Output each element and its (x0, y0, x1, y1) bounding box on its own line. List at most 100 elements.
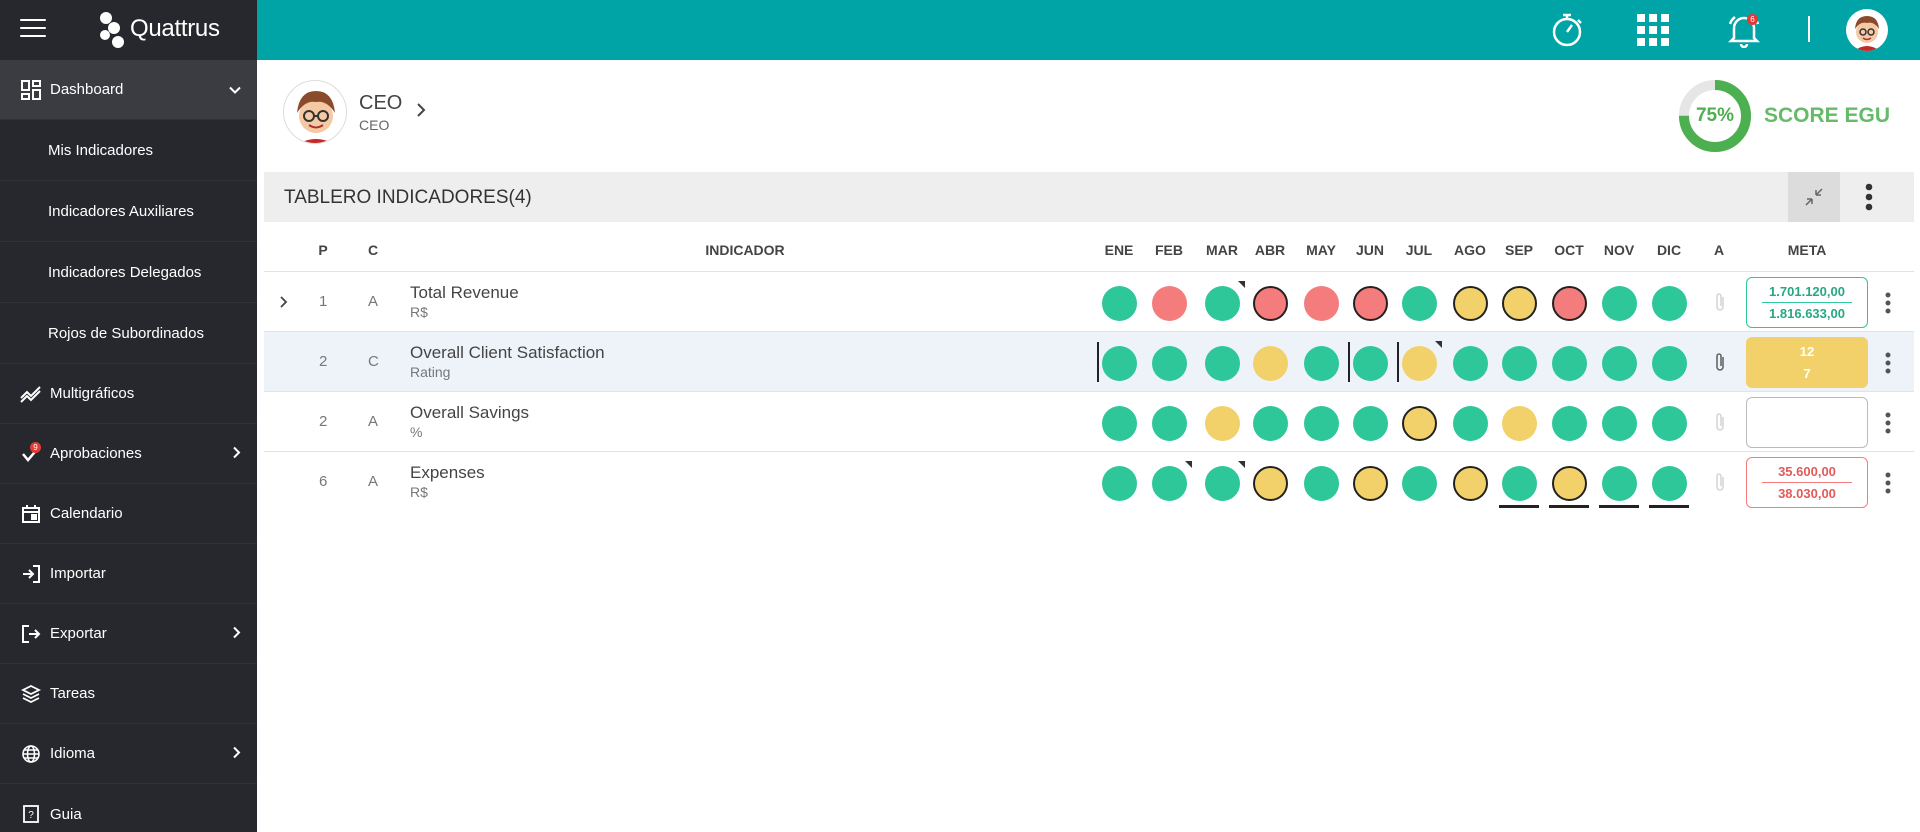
sidebar-item-rojos-subordinados[interactable]: Rojos de Subordinados (0, 303, 257, 364)
panel-header: TABLERO INDICADORES(4) (264, 172, 1914, 222)
month-status-dot[interactable] (1502, 406, 1537, 441)
logo-mark-icon (98, 10, 126, 48)
month-status-dot[interactable] (1353, 286, 1388, 321)
sidebar-item-aprobaciones[interactable]: 9 Aprobaciones (0, 424, 257, 484)
sidebar-item-multigraficos[interactable]: Multigráficos (0, 364, 257, 424)
month-status-dot[interactable] (1102, 406, 1137, 441)
month-status-dot[interactable] (1453, 346, 1488, 381)
table-row[interactable]: 6 A Expenses R$ 35.600,00 38.030,00 (264, 451, 1914, 511)
month-status-dot[interactable] (1102, 286, 1137, 321)
meta-box[interactable]: 12 7 (1746, 337, 1868, 388)
month-status-dot[interactable] (1102, 346, 1137, 381)
month-status-dot[interactable] (1652, 406, 1687, 441)
sidebar-item-idioma[interactable]: Idioma (0, 724, 257, 784)
sidebar-item-dashboard[interactable]: Dashboard (0, 60, 257, 120)
month-status-dot[interactable] (1552, 466, 1587, 501)
month-status-dot[interactable] (1353, 406, 1388, 441)
sidebar-item-tareas[interactable]: Tareas (0, 664, 257, 724)
hamburger-menu-icon[interactable] (20, 19, 46, 39)
month-status-dot[interactable] (1602, 466, 1637, 501)
month-status-dot[interactable] (1502, 286, 1537, 321)
attachment-icon[interactable] (1710, 470, 1730, 494)
month-status-dot[interactable] (1502, 346, 1537, 381)
month-status-dot[interactable] (1152, 346, 1187, 381)
month-status-dot[interactable] (1253, 406, 1288, 441)
month-status-dot[interactable] (1304, 286, 1339, 321)
meta-box[interactable] (1746, 397, 1868, 448)
more-vertical-icon[interactable] (1878, 470, 1898, 496)
month-status-dot[interactable] (1552, 286, 1587, 321)
table-row[interactable]: 1 A Total Revenue R$ 1.701.120,00 1.816.… (264, 271, 1914, 331)
more-vertical-icon[interactable] (1878, 410, 1898, 436)
month-status-dot[interactable] (1552, 346, 1587, 381)
logo[interactable]: Quattrus (98, 10, 220, 48)
apps-grid-icon[interactable] (1633, 10, 1673, 50)
month-status-dot[interactable] (1304, 346, 1339, 381)
month-status-dot[interactable] (1652, 286, 1687, 321)
month-status-dot[interactable] (1402, 286, 1437, 321)
month-status-dot[interactable] (1552, 406, 1587, 441)
table-row[interactable]: 2 C Overall Client Satisfaction Rating 1… (264, 331, 1914, 391)
month-status-dot[interactable] (1602, 406, 1637, 441)
month-status-dot[interactable] (1402, 406, 1437, 441)
month-status-dot[interactable] (1453, 406, 1488, 441)
indicator-unit: % (410, 424, 423, 440)
month-status-dot[interactable] (1205, 346, 1240, 381)
month-status-dot[interactable] (1152, 406, 1187, 441)
month-status-dot[interactable] (1152, 286, 1187, 321)
month-status-dot[interactable] (1102, 466, 1137, 501)
chevron-right-icon[interactable] (416, 102, 426, 123)
more-vertical-icon[interactable] (1878, 350, 1898, 376)
month-status-dot[interactable] (1602, 286, 1637, 321)
indicator-name[interactable]: Overall Client Satisfaction (410, 343, 605, 363)
month-status-dot[interactable] (1402, 341, 1442, 381)
month-status-dot[interactable] (1304, 406, 1339, 441)
meta-box[interactable]: 1.701.120,00 1.816.633,00 (1746, 277, 1868, 328)
month-status-dot[interactable] (1453, 466, 1488, 501)
sidebar-item-indicadores-auxiliares[interactable]: Indicadores Auxiliares (0, 181, 257, 242)
month-status-dot[interactable] (1304, 466, 1339, 501)
header-month: NOV (1603, 242, 1635, 258)
month-status-dot[interactable] (1205, 461, 1245, 501)
sidebar-item-calendario[interactable]: Calendario (0, 484, 257, 544)
sidebar-item-indicadores-delegados[interactable]: Indicadores Delegados (0, 242, 257, 303)
table-row[interactable]: 2 A Overall Savings % (264, 391, 1914, 451)
score-egu[interactable]: 75% SCORE EGU (1678, 79, 1890, 153)
month-status-dot[interactable] (1652, 346, 1687, 381)
indicator-name[interactable]: Total Revenue (410, 283, 519, 303)
timer-icon[interactable] (1547, 10, 1587, 50)
month-status-dot[interactable] (1253, 466, 1288, 501)
chevron-right-icon[interactable] (274, 292, 294, 312)
month-status-dot[interactable] (1353, 346, 1388, 381)
attachment-icon[interactable] (1710, 290, 1730, 314)
indicator-name[interactable]: Expenses (410, 463, 485, 483)
header-meta: META (1787, 242, 1827, 258)
sidebar-item-label: Idioma (50, 745, 96, 762)
month-status-dot[interactable] (1253, 286, 1288, 321)
profile-header[interactable]: CEO CEO (283, 80, 426, 144)
more-vertical-icon[interactable] (1878, 290, 1898, 316)
sidebar-item-importar[interactable]: Importar (0, 544, 257, 604)
sidebar-item-guia[interactable]: ? Guia (0, 784, 257, 832)
meta-box[interactable]: 35.600,00 38.030,00 (1746, 457, 1868, 508)
bell-icon[interactable]: 6 (1724, 10, 1764, 50)
panel-menu-button[interactable] (1844, 172, 1894, 222)
month-status-dot[interactable] (1502, 466, 1537, 501)
month-status-dot[interactable] (1453, 286, 1488, 321)
sidebar-item-exportar[interactable]: Exportar (0, 604, 257, 664)
month-status-dot[interactable] (1205, 281, 1245, 321)
collapse-button[interactable] (1788, 172, 1840, 222)
month-status-dot[interactable] (1205, 406, 1240, 441)
month-status-dot[interactable] (1253, 346, 1288, 381)
month-status-dot[interactable] (1353, 466, 1388, 501)
indicator-name[interactable]: Overall Savings (410, 403, 529, 423)
month-status-dot[interactable] (1602, 346, 1637, 381)
month-status-dot[interactable] (1402, 466, 1437, 501)
month-status-dot[interactable] (1152, 461, 1192, 501)
attachment-icon[interactable] (1710, 410, 1730, 434)
user-avatar[interactable] (1846, 9, 1888, 51)
month-status-dot[interactable] (1652, 466, 1687, 501)
sidebar-item-mis-indicadores[interactable]: Mis Indicadores (0, 120, 257, 181)
attachment-icon[interactable] (1710, 350, 1730, 374)
sidebar-item-label: Exportar (50, 625, 107, 642)
